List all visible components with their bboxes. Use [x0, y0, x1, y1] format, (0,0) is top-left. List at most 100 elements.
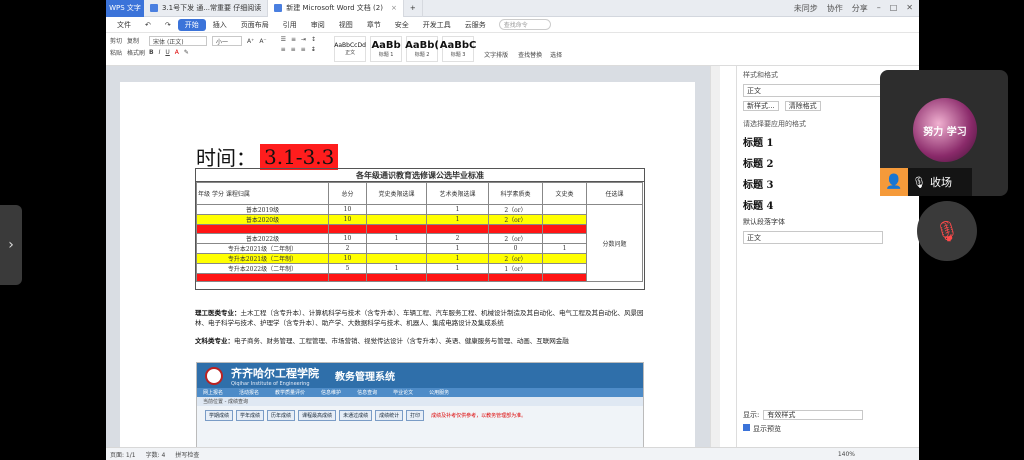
minimize-icon[interactable]: –: [877, 3, 881, 14]
line-spacing-icon[interactable]: ↨: [311, 46, 316, 53]
table-title: 各年级通识教育选修课公选毕业标准: [196, 169, 644, 182]
lit-text: 电子商务、财务管理、工程管理、市场营销、视觉传达设计（含专升本）、英语、健康服务…: [234, 337, 569, 345]
menu-references[interactable]: 引用: [276, 19, 304, 31]
select-button[interactable]: 选择: [550, 50, 562, 59]
style-normal[interactable]: AaBbCcDd 正文: [334, 36, 367, 62]
command-search[interactable]: 查找命令: [498, 19, 551, 30]
body-style-item[interactable]: 正文: [743, 231, 883, 244]
menu-review[interactable]: 审阅: [304, 19, 332, 31]
format-painter-button[interactable]: 格式刷: [127, 48, 145, 57]
indent-icon[interactable]: ⇥: [301, 36, 306, 43]
italic-icon[interactable]: I: [159, 49, 161, 56]
menu-insert[interactable]: 插入: [206, 19, 234, 31]
style-heading-2[interactable]: AaBb(标题 2: [405, 36, 439, 62]
table-row: [196, 272, 643, 283]
tab-doc-1[interactable]: 3.1号下发 通...常重要 仔细阅读: [144, 0, 269, 17]
cell-sci: 2（or）: [488, 214, 543, 225]
zoom-level[interactable]: 140%: [838, 451, 855, 458]
document-page[interactable]: 时间： 3.1-3.3 各年级通识教育选修课公选毕业标准 年级 学分 课程归属 总…: [120, 82, 695, 460]
tab-doc-2[interactable]: 新建 Microsoft Word 文档 (2) ×: [268, 0, 404, 17]
side-expand-button[interactable]: ›: [0, 205, 22, 285]
menu-devtools[interactable]: 开发工具: [416, 19, 458, 31]
cut-button[interactable]: 剪切: [110, 36, 122, 45]
font-color-icon[interactable]: A: [175, 49, 179, 56]
sys-button: 历年成绩: [267, 410, 296, 421]
style-sample: AaBb: [371, 40, 401, 51]
maximize-icon[interactable]: □: [890, 3, 898, 14]
cell-party: [366, 224, 427, 234]
cell-grade: 普本2019级: [196, 204, 329, 215]
menu-view[interactable]: 视图: [332, 19, 360, 31]
shrink-font-icon[interactable]: A⁻: [259, 38, 266, 45]
person-icon[interactable]: 👤: [880, 168, 908, 196]
menu-section[interactable]: 章节: [360, 19, 388, 31]
style-heading-1[interactable]: AaBb 标题 1: [370, 36, 403, 62]
menu-bar: 文件 ↶ ↷ 开始 插入 页面布局 引用 审阅 视图 章节 安全 开发工具 云服…: [106, 17, 919, 33]
cell-total: 10: [328, 214, 367, 225]
embedded-screenshot: 齐齐哈尔工程学院 Qiqihar Institute of Engineering…: [196, 362, 644, 460]
font-family-select[interactable]: 宋体 (正文): [149, 36, 208, 46]
new-tab-button[interactable]: +: [404, 0, 423, 17]
menu-security[interactable]: 安全: [388, 19, 416, 31]
new-style-button[interactable]: 新样式...: [743, 101, 779, 111]
style-sample: AaBbC: [439, 40, 477, 51]
cell-total: 10: [328, 204, 367, 215]
align-left-icon[interactable]: ≡: [281, 46, 286, 53]
mute-mic-button[interactable]: 🎙: [917, 201, 977, 261]
preview-checkbox[interactable]: [743, 424, 750, 431]
find-replace-button[interactable]: 查找替换: [518, 50, 542, 59]
lit-majors-paragraph: 文科类专业：电子商务、财务管理、工程管理、市场营销、视觉传达设计（含专升本）、英…: [195, 336, 647, 346]
menu-undo-icon[interactable]: ↶: [138, 19, 158, 31]
menu-redo-icon[interactable]: ↷: [158, 19, 178, 31]
close-icon[interactable]: ✕: [906, 3, 913, 14]
menu-layout[interactable]: 页面布局: [234, 19, 276, 31]
word-count[interactable]: 字数: 4: [146, 450, 166, 459]
text-layout-button[interactable]: 文字排版: [484, 50, 508, 59]
menu-cloud[interactable]: 云服务: [458, 19, 493, 31]
app-tab[interactable]: WPS 文字: [106, 0, 144, 17]
spell-check-button[interactable]: 拼写检查: [175, 450, 199, 459]
cell-sci: [488, 272, 543, 283]
header-total: 总分: [328, 182, 367, 205]
menu-file[interactable]: 文件: [110, 19, 138, 31]
select-label: 选择: [550, 52, 563, 59]
sys-button: 学年成绩: [236, 410, 265, 421]
close-tab-icon[interactable]: ×: [391, 4, 397, 12]
align-right-icon[interactable]: ≡: [301, 46, 306, 53]
elective-note: 分数问题: [586, 203, 643, 283]
default-font-item[interactable]: 默认段落字体: [737, 215, 919, 229]
clear-format-button[interactable]: 清除格式: [784, 101, 821, 111]
status-bar: 页面: 1/1 字数: 4 拼写检查 140%: [106, 447, 919, 460]
share-button[interactable]: 分享: [852, 3, 868, 14]
heading-text: 时间：: [196, 146, 256, 170]
font-size-select[interactable]: 小一: [212, 36, 243, 46]
copy-button[interactable]: 复制: [127, 36, 139, 45]
cell-grade: 专升本2022级（二年制）: [196, 262, 329, 274]
header-year: 年级: [198, 191, 211, 198]
sort-icon[interactable]: ↕: [311, 36, 316, 43]
style-level-4[interactable]: 标题 4: [737, 194, 919, 215]
header-party: 党史类限选课: [366, 182, 427, 205]
header-sci: 科学素质类: [488, 182, 543, 205]
collab-button[interactable]: 协作: [827, 3, 843, 14]
number-list-icon[interactable]: ≡: [291, 36, 296, 43]
paste-button[interactable]: 粘贴: [110, 48, 122, 57]
menu-home[interactable]: 开始: [177, 18, 206, 31]
cell-party: [366, 242, 427, 254]
style-heading-3[interactable]: AaBbC 标题 3: [439, 36, 477, 62]
cell-party: [366, 272, 427, 283]
cell-total: [328, 272, 367, 283]
sync-button[interactable]: 未同步: [794, 3, 818, 14]
sys-button: 打印: [406, 410, 425, 421]
nav-item: 信息维护: [321, 390, 342, 396]
bullet-list-icon[interactable]: ☰: [281, 36, 286, 43]
school-name-en: Qiqihar Institute of Engineering: [231, 380, 310, 387]
bold-icon[interactable]: B: [149, 49, 154, 56]
grow-font-icon[interactable]: A⁺: [247, 38, 254, 45]
align-center-icon[interactable]: ≡: [291, 46, 296, 53]
underline-icon[interactable]: U: [165, 49, 169, 56]
mic-small-icon: 🎙: [912, 175, 926, 189]
highlight-icon[interactable]: ✎: [184, 49, 189, 56]
show-select[interactable]: 有效样式: [763, 410, 864, 420]
current-style-field[interactable]: 正文: [743, 84, 883, 97]
